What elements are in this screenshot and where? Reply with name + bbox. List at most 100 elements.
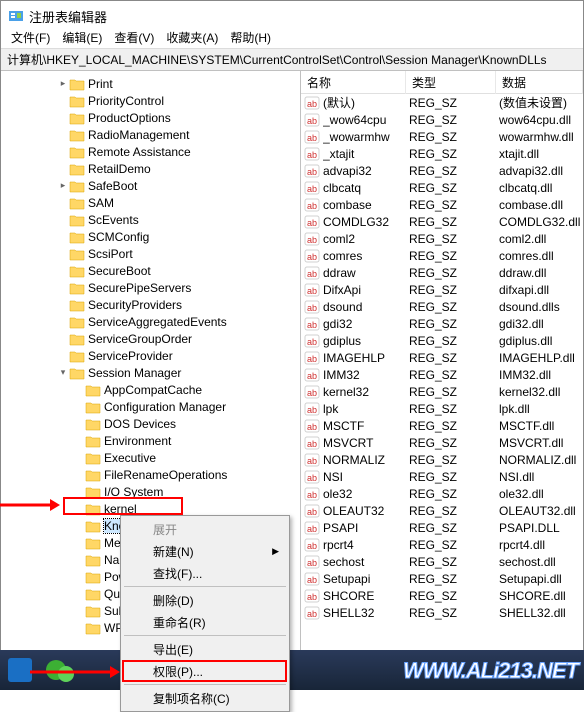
tree-item[interactable]: DOS Devices [1, 415, 300, 432]
tree-item[interactable]: Remote Assistance [1, 143, 300, 160]
svg-text:ab: ab [307, 558, 317, 568]
list-row[interactable]: ab_wow64cpuREG_SZwow64cpu.dll [301, 111, 583, 128]
list-row[interactable]: ab_wowarmhwREG_SZwowarmhw.dll [301, 128, 583, 145]
tree-label: SCMConfig [88, 230, 149, 244]
list-row[interactable]: ab(默认)REG_SZ(数值未设置) [301, 94, 583, 111]
ctx-permissions[interactable]: 权限(P)... [123, 660, 287, 682]
list-row[interactable]: abNORMALIZREG_SZNORMALIZ.dll [301, 451, 583, 468]
ctx-find[interactable]: 查找(F)... [123, 562, 287, 584]
list-row[interactable]: abNSIREG_SZNSI.dll [301, 468, 583, 485]
svg-text:ab: ab [307, 218, 317, 228]
svg-text:ab: ab [307, 320, 317, 330]
separator [124, 684, 286, 685]
list-row[interactable]: abCOMDLG32REG_SZCOMDLG32.dll [301, 213, 583, 230]
list-row[interactable]: abSHCOREREG_SZSHCORE.dll [301, 587, 583, 604]
header-name[interactable]: 名称 [301, 71, 406, 94]
menu-edit[interactable]: 编辑(E) [56, 27, 108, 48]
list-row[interactable]: abMSCTFREG_SZMSCTF.dll [301, 417, 583, 434]
tree-item[interactable]: RetailDemo [1, 160, 300, 177]
folder-icon [85, 519, 101, 533]
tree-item[interactable]: ProductOptions [1, 109, 300, 126]
tree-item[interactable]: ▸Print [1, 75, 300, 92]
list-row[interactable]: abddrawREG_SZddraw.dll [301, 264, 583, 281]
menubar: 文件(F) 编辑(E) 查看(V) 收藏夹(A) 帮助(H) [1, 27, 583, 49]
tree-label: Session Manager [88, 366, 181, 380]
ctx-rename[interactable]: 重命名(R) [123, 611, 287, 633]
tree-item[interactable]: AppCompatCache [1, 381, 300, 398]
expander-icon[interactable]: ▸ [57, 180, 69, 191]
svg-text:ab: ab [307, 507, 317, 517]
ctx-delete[interactable]: 删除(D) [123, 589, 287, 611]
header-type[interactable]: 类型 [406, 71, 496, 94]
list-row[interactable]: absechostREG_SZsechost.dll [301, 553, 583, 570]
list-row[interactable]: abOLEAUT32REG_SZOLEAUT32.dll [301, 502, 583, 519]
taskbar-item[interactable] [0, 650, 40, 690]
tree-label: FileRenameOperations [104, 468, 227, 482]
list-row[interactable]: abole32REG_SZole32.dll [301, 485, 583, 502]
list-row[interactable]: abrpcrt4REG_SZrpcrt4.dll [301, 536, 583, 553]
list-row[interactable]: abcomresREG_SZcomres.dll [301, 247, 583, 264]
value-data: IMM32.dll [499, 368, 583, 382]
list-row[interactable]: abDifxApiREG_SZdifxapi.dll [301, 281, 583, 298]
value-type: REG_SZ [409, 572, 499, 586]
expander-icon[interactable]: ▸ [57, 78, 69, 89]
value-name: gdi32 [323, 317, 409, 331]
tree-item[interactable]: Configuration Manager [1, 398, 300, 415]
list-row[interactable]: abdsoundREG_SZdsound.dlls [301, 298, 583, 315]
tree-item[interactable]: ScsiPort [1, 245, 300, 262]
list-row[interactable]: abclbcatqREG_SZclbcatq.dll [301, 179, 583, 196]
tree-item[interactable]: Environment [1, 432, 300, 449]
list-row[interactable]: abIMM32REG_SZIMM32.dll [301, 366, 583, 383]
string-value-icon: ab [304, 164, 320, 178]
value-list[interactable]: 名称 类型 数据 ab(默认)REG_SZ(数值未设置)ab_wow64cpuR… [301, 71, 583, 672]
tree-item[interactable]: PriorityControl [1, 92, 300, 109]
value-type: REG_SZ [409, 266, 499, 280]
list-row[interactable]: abgdiplusREG_SZgdiplus.dll [301, 332, 583, 349]
list-row[interactable]: abadvapi32REG_SZadvapi32.dll [301, 162, 583, 179]
menu-favorites[interactable]: 收藏夹(A) [160, 27, 224, 48]
ctx-export[interactable]: 导出(E) [123, 638, 287, 660]
menu-view[interactable]: 查看(V) [108, 27, 160, 48]
ctx-expand[interactable]: 展开 [123, 518, 287, 540]
expander-icon[interactable]: ▾ [57, 367, 69, 378]
folder-icon [69, 162, 85, 176]
tree-item[interactable]: Executive [1, 449, 300, 466]
folder-icon [85, 383, 101, 397]
tree-item[interactable]: ServiceProvider [1, 347, 300, 364]
list-row[interactable]: abIMAGEHLPREG_SZIMAGEHLP.dll [301, 349, 583, 366]
folder-icon [69, 264, 85, 278]
tree-item[interactable]: ▾ Session Manager [1, 364, 300, 381]
list-row[interactable]: abMSVCRTREG_SZMSVCRT.dll [301, 434, 583, 451]
string-value-icon: ab [304, 487, 320, 501]
list-row[interactable]: abPSAPIREG_SZPSAPI.DLL [301, 519, 583, 536]
list-row[interactable]: abSetupapiREG_SZSetupapi.dll [301, 570, 583, 587]
list-row[interactable]: ab_xtajitREG_SZxtajit.dll [301, 145, 583, 162]
tree-item[interactable]: I/O System [1, 483, 300, 500]
tree-item[interactable]: SecureBoot [1, 262, 300, 279]
list-row[interactable]: abgdi32REG_SZgdi32.dll [301, 315, 583, 332]
tree-item[interactable]: SCMConfig [1, 228, 300, 245]
address-bar[interactable]: 计算机\HKEY_LOCAL_MACHINE\SYSTEM\CurrentCon… [1, 49, 583, 71]
tree-item[interactable]: SecurityProviders [1, 296, 300, 313]
tree-item[interactable]: ServiceGroupOrder [1, 330, 300, 347]
tree-label: Executive [104, 451, 156, 465]
tree-item[interactable]: FileRenameOperations [1, 466, 300, 483]
value-type: REG_SZ [409, 283, 499, 297]
tree-item[interactable]: ScEvents [1, 211, 300, 228]
list-row[interactable]: abSHELL32REG_SZSHELL32.dll [301, 604, 583, 621]
list-row[interactable]: ablpkREG_SZlpk.dll [301, 400, 583, 417]
header-data[interactable]: 数据 [496, 71, 583, 94]
ctx-copy-key-name[interactable]: 复制项名称(C) [123, 687, 287, 709]
tree-item[interactable]: SecurePipeServers [1, 279, 300, 296]
menu-help[interactable]: 帮助(H) [224, 27, 277, 48]
tree-item[interactable]: ServiceAggregatedEvents [1, 313, 300, 330]
tree-item[interactable]: SAM [1, 194, 300, 211]
list-row[interactable]: abcoml2REG_SZcoml2.dll [301, 230, 583, 247]
list-row[interactable]: abkernel32REG_SZkernel32.dll [301, 383, 583, 400]
list-row[interactable]: abcombaseREG_SZcombase.dll [301, 196, 583, 213]
tree-item[interactable]: ▸SafeBoot [1, 177, 300, 194]
tree-item[interactable]: RadioManagement [1, 126, 300, 143]
ctx-new[interactable]: 新建(N)▶ [123, 540, 287, 562]
menu-file[interactable]: 文件(F) [5, 27, 56, 48]
wechat-icon[interactable] [40, 650, 80, 690]
